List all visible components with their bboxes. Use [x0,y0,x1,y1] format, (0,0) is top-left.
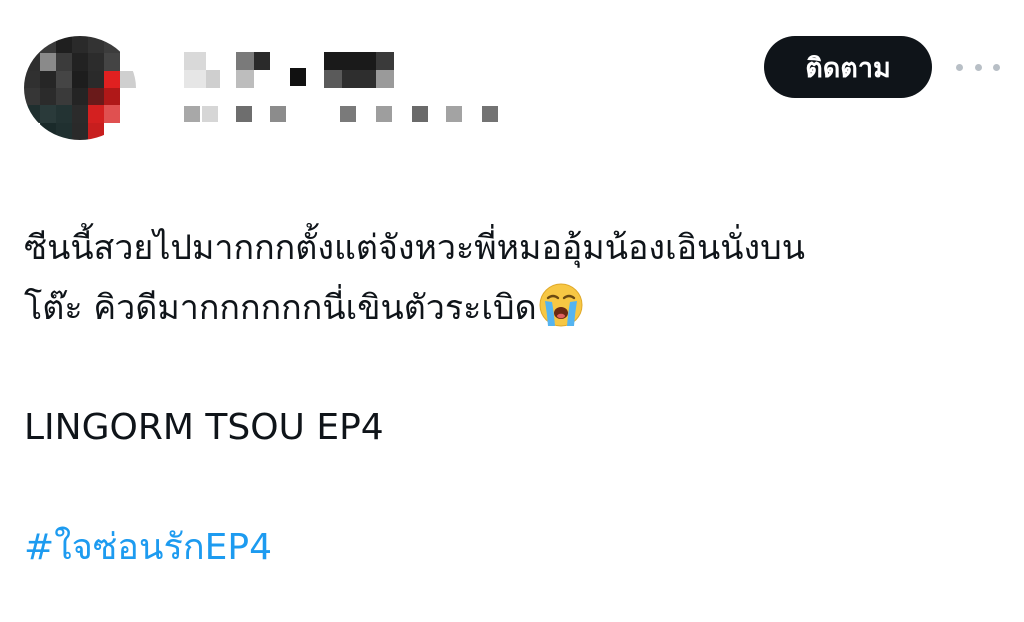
more-dot [974,63,982,71]
name-pixel [324,52,376,70]
hashtag-link[interactable]: #ใจซ่อนรักEP4 [24,518,272,578]
name-pixel [342,70,376,88]
tweet-text-line: LINGORM TSOU EP4 [24,407,384,448]
tweet-text-line: ซีนนี้สวยไปมากกกตั้งแต่จังหวะพี่หมออุ้มน… [24,228,805,268]
name-pixel [290,68,306,86]
handle-pixel [340,106,356,122]
tweet-card: ติดตาม ซีนนี้สวยไปมากกกตั้งแต่จังหวะพี่ห… [0,0,1024,622]
more-dot [956,63,963,71]
handle-pixel [270,106,286,122]
avatar[interactable] [24,36,136,140]
name-pixel [236,52,254,70]
name-pixel [184,70,206,88]
tweet-body: ซีนนี้สวยไปมากกกตั้งแต่จังหวะพี่หมออุ้มน… [24,218,1009,338]
more-dot [993,63,1000,71]
handle-pixel [482,106,498,122]
follow-button[interactable]: ติดตาม [764,36,932,98]
handle-pixel [202,106,218,122]
name-pixel [324,70,342,88]
name-pixel [376,70,394,88]
handle-pixel [376,106,392,122]
name-pixel [376,52,394,70]
name-pixel [206,70,220,88]
name-pixel [254,52,270,70]
tweet-text-line: โต๊ะ คิวดีมากกกกกกนี่เขินตัวระเบิด [24,278,1009,338]
name-pixel [184,52,206,70]
tweet-text-segment: โต๊ะ คิวดีมากกกกกกนี่เขินตัวระเบิด [24,288,537,328]
loudly-crying-face-emoji [539,283,583,327]
handle-pixel [446,106,462,122]
more-horizontal-icon[interactable] [956,54,1000,80]
handle-pixel [236,106,252,122]
handle-pixel [184,106,200,122]
name-pixel [236,70,254,88]
handle-pixel [412,106,428,122]
